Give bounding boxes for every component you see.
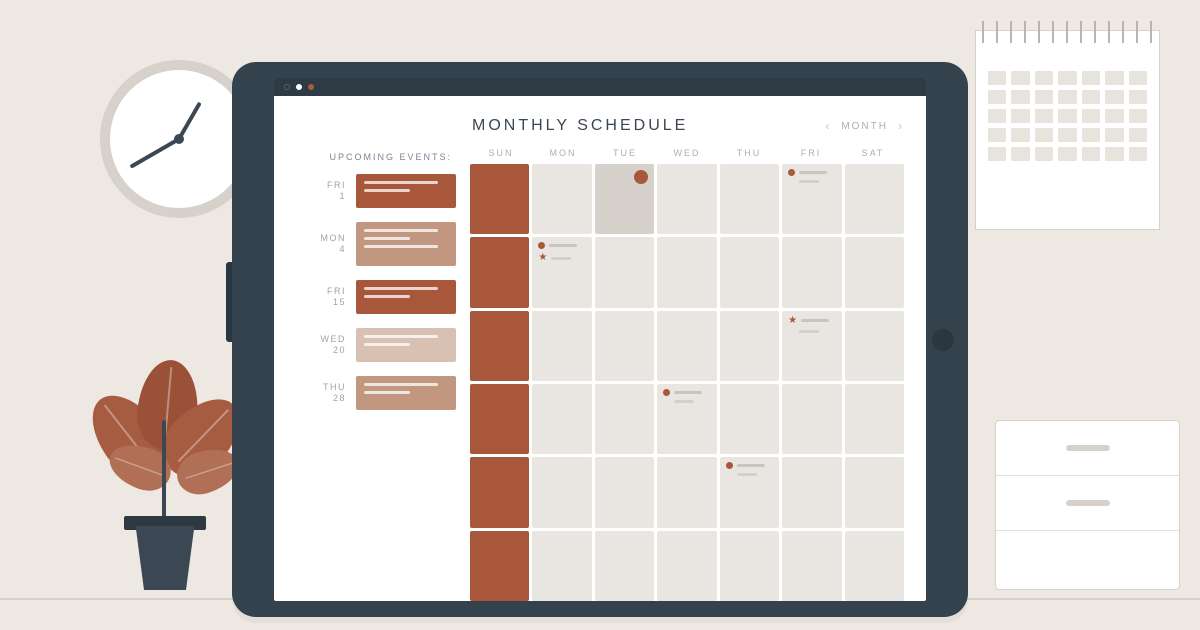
calendar-cell[interactable]: [595, 311, 654, 381]
calendar-cell[interactable]: [720, 531, 779, 601]
calendar-cell[interactable]: [595, 531, 654, 601]
tablet-side-button: [226, 262, 232, 342]
upcoming-event[interactable]: THU 28: [292, 376, 456, 410]
calendar-cell[interactable]: [720, 164, 779, 234]
event-dot-icon: [634, 170, 648, 184]
calendar-cell[interactable]: [595, 384, 654, 454]
chevron-left-icon[interactable]: ‹: [825, 119, 831, 133]
chevron-right-icon[interactable]: ›: [898, 119, 904, 133]
window-dot-min-icon[interactable]: [296, 84, 302, 90]
calendar-cell[interactable]: [470, 457, 529, 527]
tablet-screen: MONTHLY SCHEDULE ‹ MONTH › UPCOMING EVEN…: [274, 78, 926, 601]
event-date: WED 20: [312, 334, 346, 357]
calendar-cell[interactable]: [782, 457, 841, 527]
calendar-cell[interactable]: [845, 164, 904, 234]
view-label: MONTH: [841, 121, 888, 132]
calendar-cell[interactable]: [782, 237, 841, 307]
tablet-home-button[interactable]: [932, 329, 954, 351]
calendar-cell[interactable]: [595, 164, 654, 234]
calendar-cell[interactable]: [657, 164, 716, 234]
window-titlebar: [274, 78, 926, 96]
upcoming-event[interactable]: WED 20: [292, 328, 456, 362]
upcoming-title: UPCOMING EVENTS:: [292, 152, 456, 162]
upcoming-event[interactable]: FRI 1: [292, 174, 456, 208]
day-label: SAT: [842, 148, 904, 158]
calendar-cell[interactable]: [657, 237, 716, 307]
calendar-cell[interactable]: [720, 384, 779, 454]
event-card[interactable]: [356, 222, 456, 266]
upcoming-event[interactable]: FRI 15: [292, 280, 456, 314]
calendar-cell[interactable]: ★: [532, 237, 591, 307]
calendar-cell[interactable]: ★: [782, 311, 841, 381]
upcoming-panel: UPCOMING EVENTS: FRI 1 MON 4: [292, 148, 456, 601]
calendar-cell[interactable]: [657, 311, 716, 381]
calendar-cell[interactable]: [470, 237, 529, 307]
potted-plant: [80, 360, 250, 590]
event-dot-icon: [663, 389, 670, 396]
calendar-cell[interactable]: [845, 384, 904, 454]
calendar-cell[interactable]: [595, 457, 654, 527]
calendar-cell[interactable]: [782, 384, 841, 454]
calendar-cell[interactable]: [845, 457, 904, 527]
day-label: WED: [656, 148, 718, 158]
calendar-cell[interactable]: [720, 311, 779, 381]
calendar-cell[interactable]: [720, 237, 779, 307]
wall-calendar: [975, 30, 1160, 230]
calendar-cell[interactable]: [845, 531, 904, 601]
window-dot-close-icon[interactable]: [284, 84, 290, 90]
event-star-icon: ★: [788, 316, 797, 326]
event-dot-icon: [726, 462, 733, 469]
calendar-cell[interactable]: [470, 311, 529, 381]
calendar-cell[interactable]: [532, 164, 591, 234]
event-date: MON 4: [312, 233, 346, 256]
calendar-cell[interactable]: [595, 237, 654, 307]
event-star-icon: ★: [538, 253, 547, 263]
event-card[interactable]: [356, 328, 456, 362]
day-labels: SUN MON TUE WED THU FRI SAT: [470, 148, 904, 158]
upcoming-event[interactable]: MON 4: [292, 222, 456, 266]
event-date: FRI 1: [312, 180, 346, 203]
side-table: [995, 420, 1180, 590]
day-label: MON: [532, 148, 594, 158]
calendar-cell[interactable]: [657, 384, 716, 454]
calendar-cell[interactable]: [470, 531, 529, 601]
calendar: SUN MON TUE WED THU FRI SAT ★★: [470, 148, 904, 601]
calendar-cell[interactable]: [470, 384, 529, 454]
calendar-cell[interactable]: [720, 457, 779, 527]
page-title: MONTHLY SCHEDULE: [472, 117, 688, 135]
day-label: THU: [718, 148, 780, 158]
day-label: SUN: [470, 148, 532, 158]
event-date: THU 28: [312, 382, 346, 405]
calendar-cell[interactable]: [532, 531, 591, 601]
calendar-cell[interactable]: [845, 237, 904, 307]
window-dot-max-icon[interactable]: [308, 84, 314, 90]
calendar-grid: ★★: [470, 164, 904, 601]
day-label: TUE: [594, 148, 656, 158]
view-switcher[interactable]: ‹ MONTH ›: [825, 119, 904, 133]
calendar-cell[interactable]: [532, 311, 591, 381]
event-dot-icon: [788, 169, 795, 176]
calendar-cell[interactable]: [532, 457, 591, 527]
calendar-cell[interactable]: [657, 531, 716, 601]
event-card[interactable]: [356, 174, 456, 208]
event-card[interactable]: [356, 280, 456, 314]
event-date: FRI 15: [312, 286, 346, 309]
calendar-cell[interactable]: [845, 311, 904, 381]
calendar-cell[interactable]: [470, 164, 529, 234]
calendar-cell[interactable]: [657, 457, 716, 527]
event-card[interactable]: [356, 376, 456, 410]
tablet-device: MONTHLY SCHEDULE ‹ MONTH › UPCOMING EVEN…: [232, 62, 968, 617]
day-label: FRI: [780, 148, 842, 158]
calendar-cell[interactable]: [782, 164, 841, 234]
calendar-cell[interactable]: [532, 384, 591, 454]
calendar-cell[interactable]: [782, 531, 841, 601]
event-dot-icon: [538, 242, 545, 249]
